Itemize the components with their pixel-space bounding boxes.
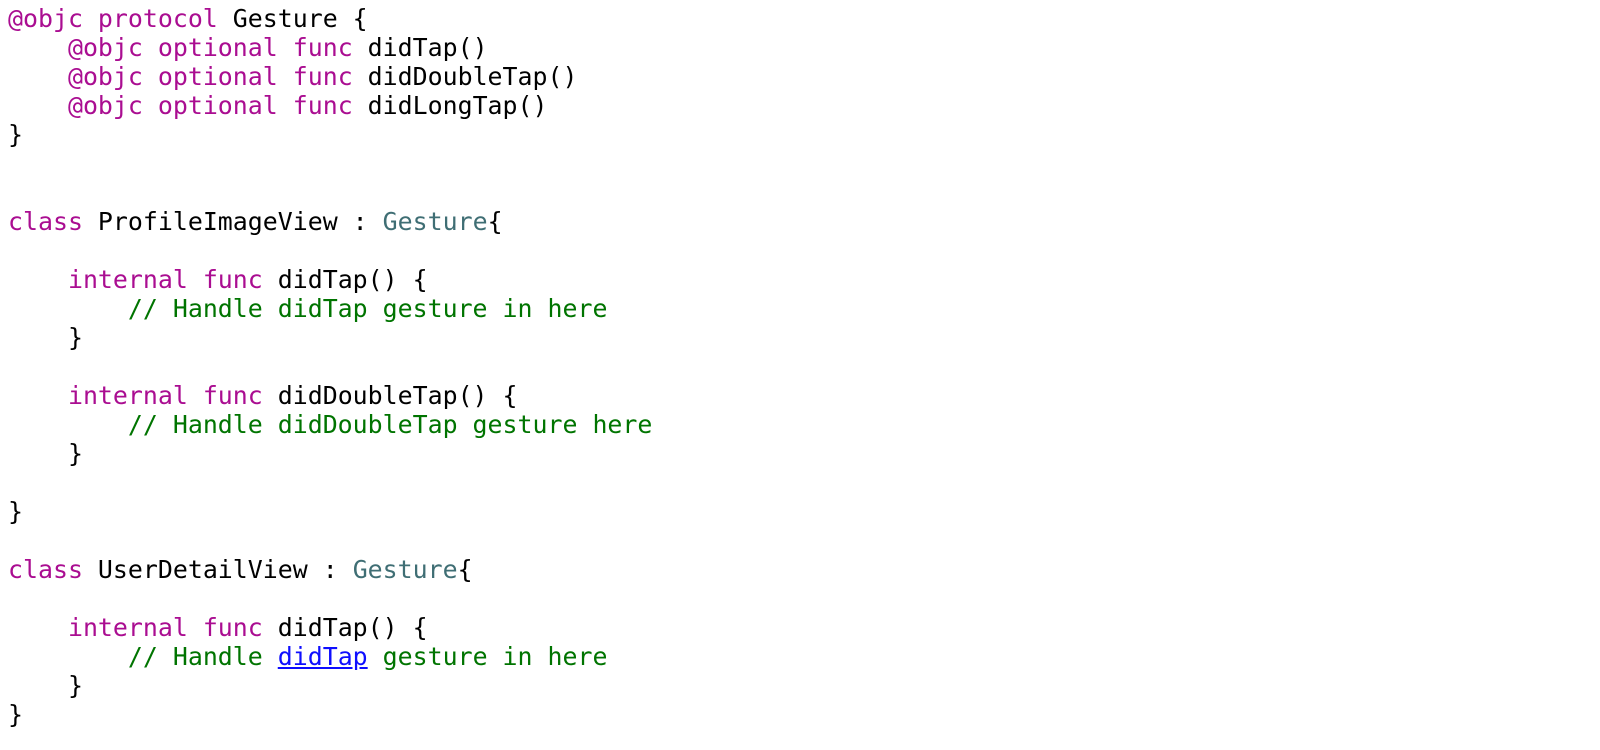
keyword-token: class: [8, 555, 83, 584]
code-line: // Handle didDoubleTap gesture here: [8, 410, 653, 439]
code-line: ​: [8, 468, 652, 497]
code-token: didTap() {: [262, 265, 428, 294]
code-line: ​: [8, 584, 652, 613]
code-line: }: [8, 120, 652, 149]
code-line: ​: [8, 178, 652, 207]
code-line: }: [8, 323, 652, 352]
code-line: }: [8, 497, 652, 526]
symbol-link[interactable]: didTap: [278, 642, 368, 671]
code-line: @objc optional func didLongTap(): [8, 91, 652, 120]
code-token: {: [457, 555, 473, 584]
keyword-token: internal func: [67, 381, 263, 410]
code-token: UserDetailView :: [82, 555, 353, 584]
code-token: }: [8, 439, 83, 468]
code-line: }: [8, 700, 652, 729]
code-line: }: [8, 671, 652, 700]
code-token: }: [8, 671, 83, 700]
code-token: didTap() {: [262, 613, 428, 642]
code-line: ​: [8, 526, 652, 555]
keyword-token: @objc optional func: [67, 91, 353, 120]
code-line: @objc optional func didTap(): [8, 33, 652, 62]
code-token: }: [8, 323, 83, 352]
code-token: didTap(): [352, 33, 488, 62]
code-line: ​: [8, 236, 652, 265]
keyword-token: internal func: [67, 613, 263, 642]
code-editor[interactable]: @objc protocol Gesture { @objc optional …: [8, 4, 652, 729]
type-token: Gesture: [352, 555, 458, 584]
comment-token: // Handle: [127, 642, 278, 671]
code-token: }: [8, 120, 23, 149]
code-token: ProfileImageView :: [82, 207, 383, 236]
code-line: @objc protocol Gesture {: [8, 4, 652, 33]
keyword-token: class: [8, 207, 83, 236]
code-token: didDoubleTap(): [352, 62, 578, 91]
code-line: class ProfileImageView : Gesture{: [8, 207, 652, 236]
code-line: // Handle didTap gesture in here: [8, 642, 652, 671]
code-line: internal func didTap() {: [8, 265, 652, 294]
code-line: @objc optional func didDoubleTap(): [8, 62, 652, 91]
comment-token: // Handle didTap gesture in here: [127, 294, 608, 323]
comment-token: // Handle didDoubleTap gesture here: [127, 410, 653, 439]
code-token: {: [487, 207, 503, 236]
code-token: didDoubleTap() {: [262, 381, 518, 410]
code-line: ​: [8, 149, 652, 178]
type-token: Gesture: [382, 207, 488, 236]
code-line: ​: [8, 352, 652, 381]
code-line: // Handle didTap gesture in here: [8, 294, 652, 323]
code-line: internal func didTap() {: [8, 613, 652, 642]
keyword-token: @objc optional func: [67, 33, 353, 62]
code-line: class UserDetailView : Gesture{: [8, 555, 652, 584]
code-line: internal func didDoubleTap() {: [8, 381, 652, 410]
keyword-token: internal func: [67, 265, 263, 294]
code-token: }: [8, 700, 23, 729]
keyword-token: @objc protocol: [8, 4, 218, 33]
code-line: }: [8, 439, 652, 468]
code-token: }: [8, 497, 23, 526]
comment-token: gesture in here: [367, 642, 608, 671]
keyword-token: @objc optional func: [67, 62, 353, 91]
code-token: Gesture {: [217, 4, 368, 33]
code-token: didLongTap(): [352, 91, 548, 120]
